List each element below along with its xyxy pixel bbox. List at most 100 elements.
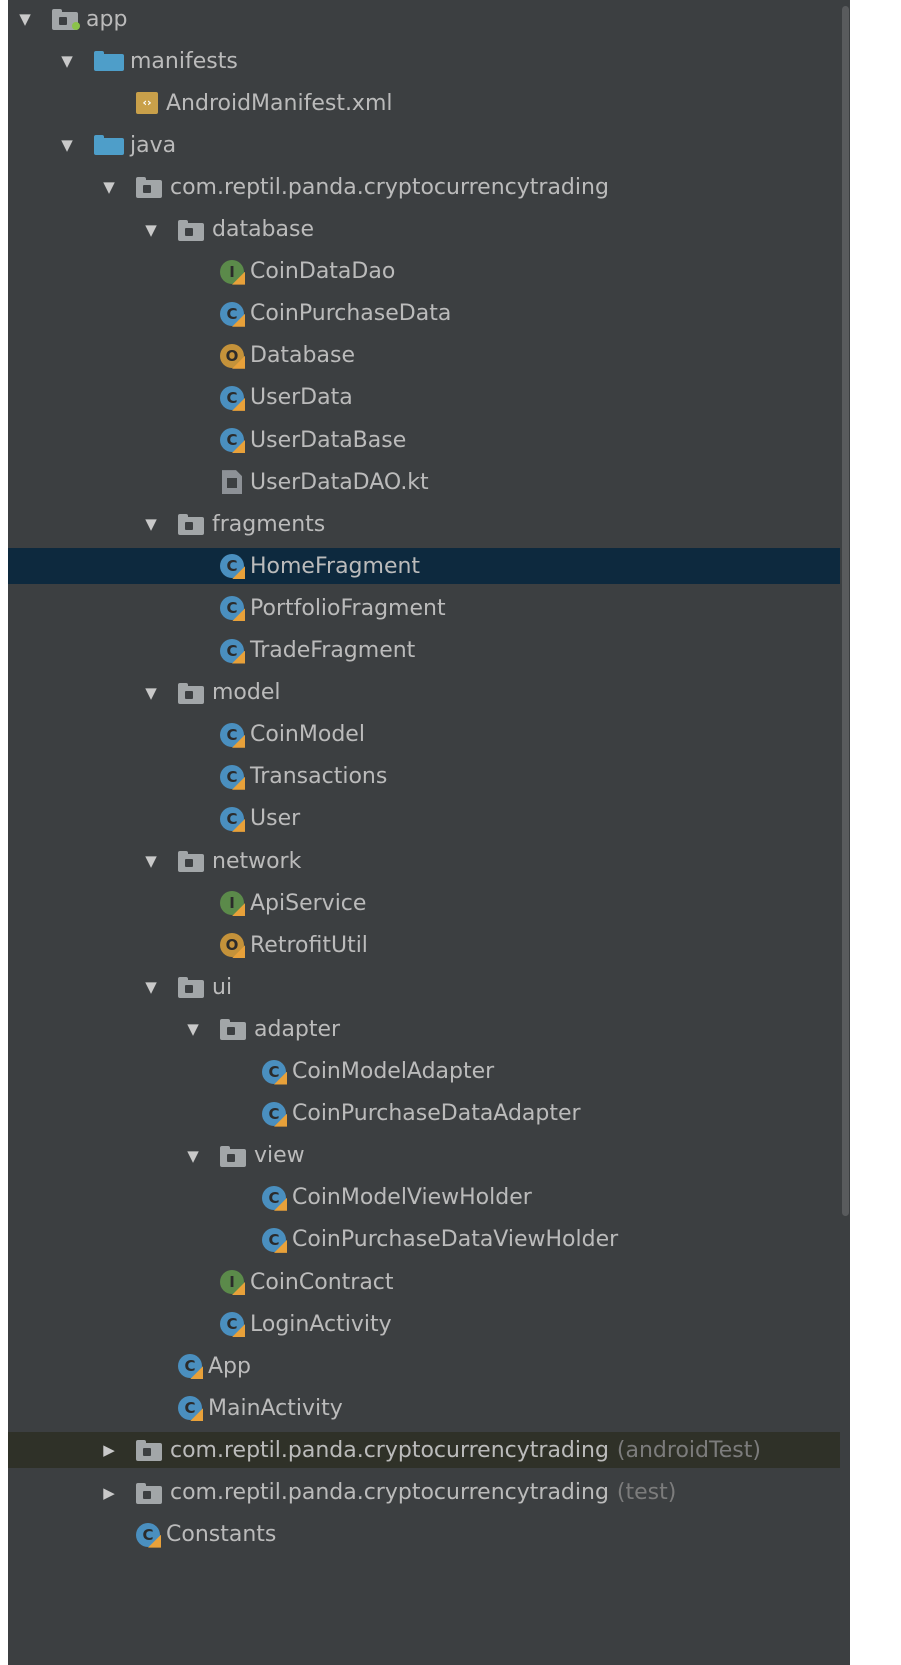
object-icon: O <box>220 933 245 959</box>
tree-row[interactable]: C Constants <box>8 1517 844 1553</box>
tree-row[interactable]: ▼ java <box>8 127 844 163</box>
tree-row[interactable]: ▼ adapter <box>8 1011 844 1047</box>
package-icon <box>178 849 206 873</box>
kotlin-file-icon <box>220 470 244 495</box>
tree-row[interactable]: C LoginActivity <box>8 1306 844 1342</box>
tree-item-label: Transactions <box>250 764 388 790</box>
tree-row[interactable]: C HomeFragment <box>8 548 844 585</box>
vertical-scrollbar[interactable] <box>840 0 850 1665</box>
tree-item-label: ApiService <box>250 890 367 916</box>
tree-row[interactable]: UserDataDAO.kt <box>8 464 844 500</box>
tree-row[interactable]: C UserData <box>8 380 844 416</box>
expand-arrow-icon[interactable]: ▶ <box>100 1482 118 1504</box>
abstract-class-icon: C <box>220 428 245 453</box>
package-icon <box>136 1438 164 1462</box>
tree-row[interactable]: C CoinModel <box>8 717 844 753</box>
tree-row[interactable]: I CoinContract <box>8 1264 844 1300</box>
package-icon <box>136 175 164 199</box>
tree-item-label: LoginActivity <box>250 1311 392 1337</box>
tree-row[interactable]: ▼ database <box>8 212 844 248</box>
tree-item-label: UserDataDAO.kt <box>250 469 429 495</box>
tree-item-label: CoinModelAdapter <box>292 1059 495 1084</box>
collapse-arrow-icon[interactable]: ▼ <box>142 850 160 872</box>
tree-row[interactable]: C User <box>8 801 844 837</box>
package-icon <box>178 681 206 705</box>
tree-item-label: RetrofitUtil <box>250 932 368 958</box>
tree-item-label: com.reptil.panda.cryptocurrencytrading <box>170 1480 609 1505</box>
source-set-suffix: (test) <box>616 1480 677 1505</box>
tree-item-label: java <box>130 132 177 158</box>
tree-row[interactable]: ▼ fragments <box>8 506 844 542</box>
tree-row[interactable]: C PortfolioFragment <box>8 590 844 626</box>
tree-item-label: com.reptil.panda.cryptocurrencytrading <box>170 1437 609 1463</box>
package-icon <box>220 1144 248 1168</box>
project-tree-panel: ▼ app ▼ manifests ‹› AndroidManifest.xml ▼ java… <box>8 0 844 1665</box>
tree-item-label: Constants <box>166 1522 277 1548</box>
app-module-icon <box>52 7 80 31</box>
folder-icon <box>94 49 124 73</box>
tree-item-label: User <box>250 806 301 832</box>
tree-row[interactable]: C UserDataBase <box>8 422 844 458</box>
class-icon: C <box>220 722 245 748</box>
tree-row[interactable]: ▼ model <box>8 675 844 711</box>
collapse-arrow-icon[interactable]: ▼ <box>142 513 160 535</box>
tree-row[interactable]: C CoinPurchaseData <box>8 296 844 332</box>
tree-row[interactable]: ▼ com.reptil.panda.cryptocurrencytrading <box>8 169 844 205</box>
tree-row[interactable]: C App <box>8 1348 844 1384</box>
tree-row[interactable]: C CoinPurchaseDataAdapter <box>8 1096 844 1132</box>
tree-item-label: AndroidManifest.xml <box>166 90 393 116</box>
package-icon <box>220 1017 248 1041</box>
tree-item-label: Database <box>250 343 355 369</box>
tree-row[interactable]: ▼ app <box>8 1 844 37</box>
tree-row[interactable]: C Transactions <box>8 759 844 795</box>
tree-item-label: adapter <box>254 1016 341 1042</box>
collapse-arrow-icon[interactable]: ▼ <box>100 176 118 198</box>
package-icon <box>178 512 206 536</box>
tree-item-label: network <box>212 848 302 874</box>
tree-row[interactable]: ▶ com.reptil.panda.cryptocurrencytrading (… <box>8 1475 844 1511</box>
tree-row[interactable]: ▼ manifests <box>8 43 844 79</box>
tree-item-label: manifests <box>130 48 238 74</box>
tree-item-label: TradeFragment <box>250 638 416 663</box>
tree-row[interactable]: C CoinModelAdapter <box>8 1054 844 1090</box>
collapse-arrow-icon[interactable]: ▼ <box>16 8 34 30</box>
tree-row[interactable]: C CoinModelViewHolder <box>8 1180 844 1216</box>
collapse-arrow-icon[interactable]: ▼ <box>184 1145 202 1167</box>
expand-arrow-icon[interactable]: ▶ <box>100 1439 118 1461</box>
collapse-arrow-icon[interactable]: ▼ <box>142 682 160 704</box>
tree-row[interactable]: I CoinDataDao <box>8 254 844 290</box>
collapse-arrow-icon[interactable]: ▼ <box>184 1018 202 1040</box>
package-icon <box>136 1481 164 1505</box>
class-icon: C <box>262 1059 287 1085</box>
tree-row[interactable]: C CoinPurchaseDataViewHolder <box>8 1222 844 1258</box>
tree-row[interactable]: O Database <box>8 338 844 374</box>
tree-item-label: com.reptil.panda.cryptocurrencytrading <box>170 174 609 200</box>
source-set-suffix: (androidTest) <box>616 1437 761 1463</box>
scrollbar-thumb[interactable] <box>842 6 849 1216</box>
tree-item-label: CoinPurchaseDataViewHolder <box>292 1227 619 1253</box>
collapse-arrow-icon[interactable]: ▼ <box>58 134 76 156</box>
tree-row[interactable]: ▼ network <box>8 843 844 879</box>
tree-row[interactable]: ▶ com.reptil.panda.cryptocurrencytrading (… <box>8 1432 844 1469</box>
tree-row[interactable]: C TradeFragment <box>8 633 844 669</box>
class-icon: C <box>220 385 245 411</box>
class-icon: C <box>262 1185 287 1211</box>
interface-icon: I <box>220 1270 245 1295</box>
class-icon: C <box>262 1227 287 1253</box>
tree-row[interactable]: ‹› AndroidManifest.xml <box>8 85 844 121</box>
class-icon: C <box>178 1396 203 1422</box>
tree-row[interactable]: I ApiService <box>8 885 844 921</box>
collapse-arrow-icon[interactable]: ▼ <box>142 976 160 998</box>
tree-row[interactable]: C MainActivity <box>8 1390 844 1426</box>
collapse-arrow-icon[interactable]: ▼ <box>58 50 76 72</box>
class-icon: C <box>178 1354 203 1380</box>
class-icon: C <box>220 638 245 664</box>
tree-row[interactable]: ▼ ui <box>8 969 844 1005</box>
folder-icon <box>94 133 124 157</box>
tree-row[interactable]: O RetrofitUtil <box>8 927 844 963</box>
tree-row[interactable]: ▼ view <box>8 1138 844 1174</box>
tree-item-label: UserData <box>250 385 353 411</box>
class-icon: C <box>220 554 245 580</box>
tree-item-label: PortfolioFragment <box>250 595 446 621</box>
collapse-arrow-icon[interactable]: ▼ <box>142 219 160 241</box>
